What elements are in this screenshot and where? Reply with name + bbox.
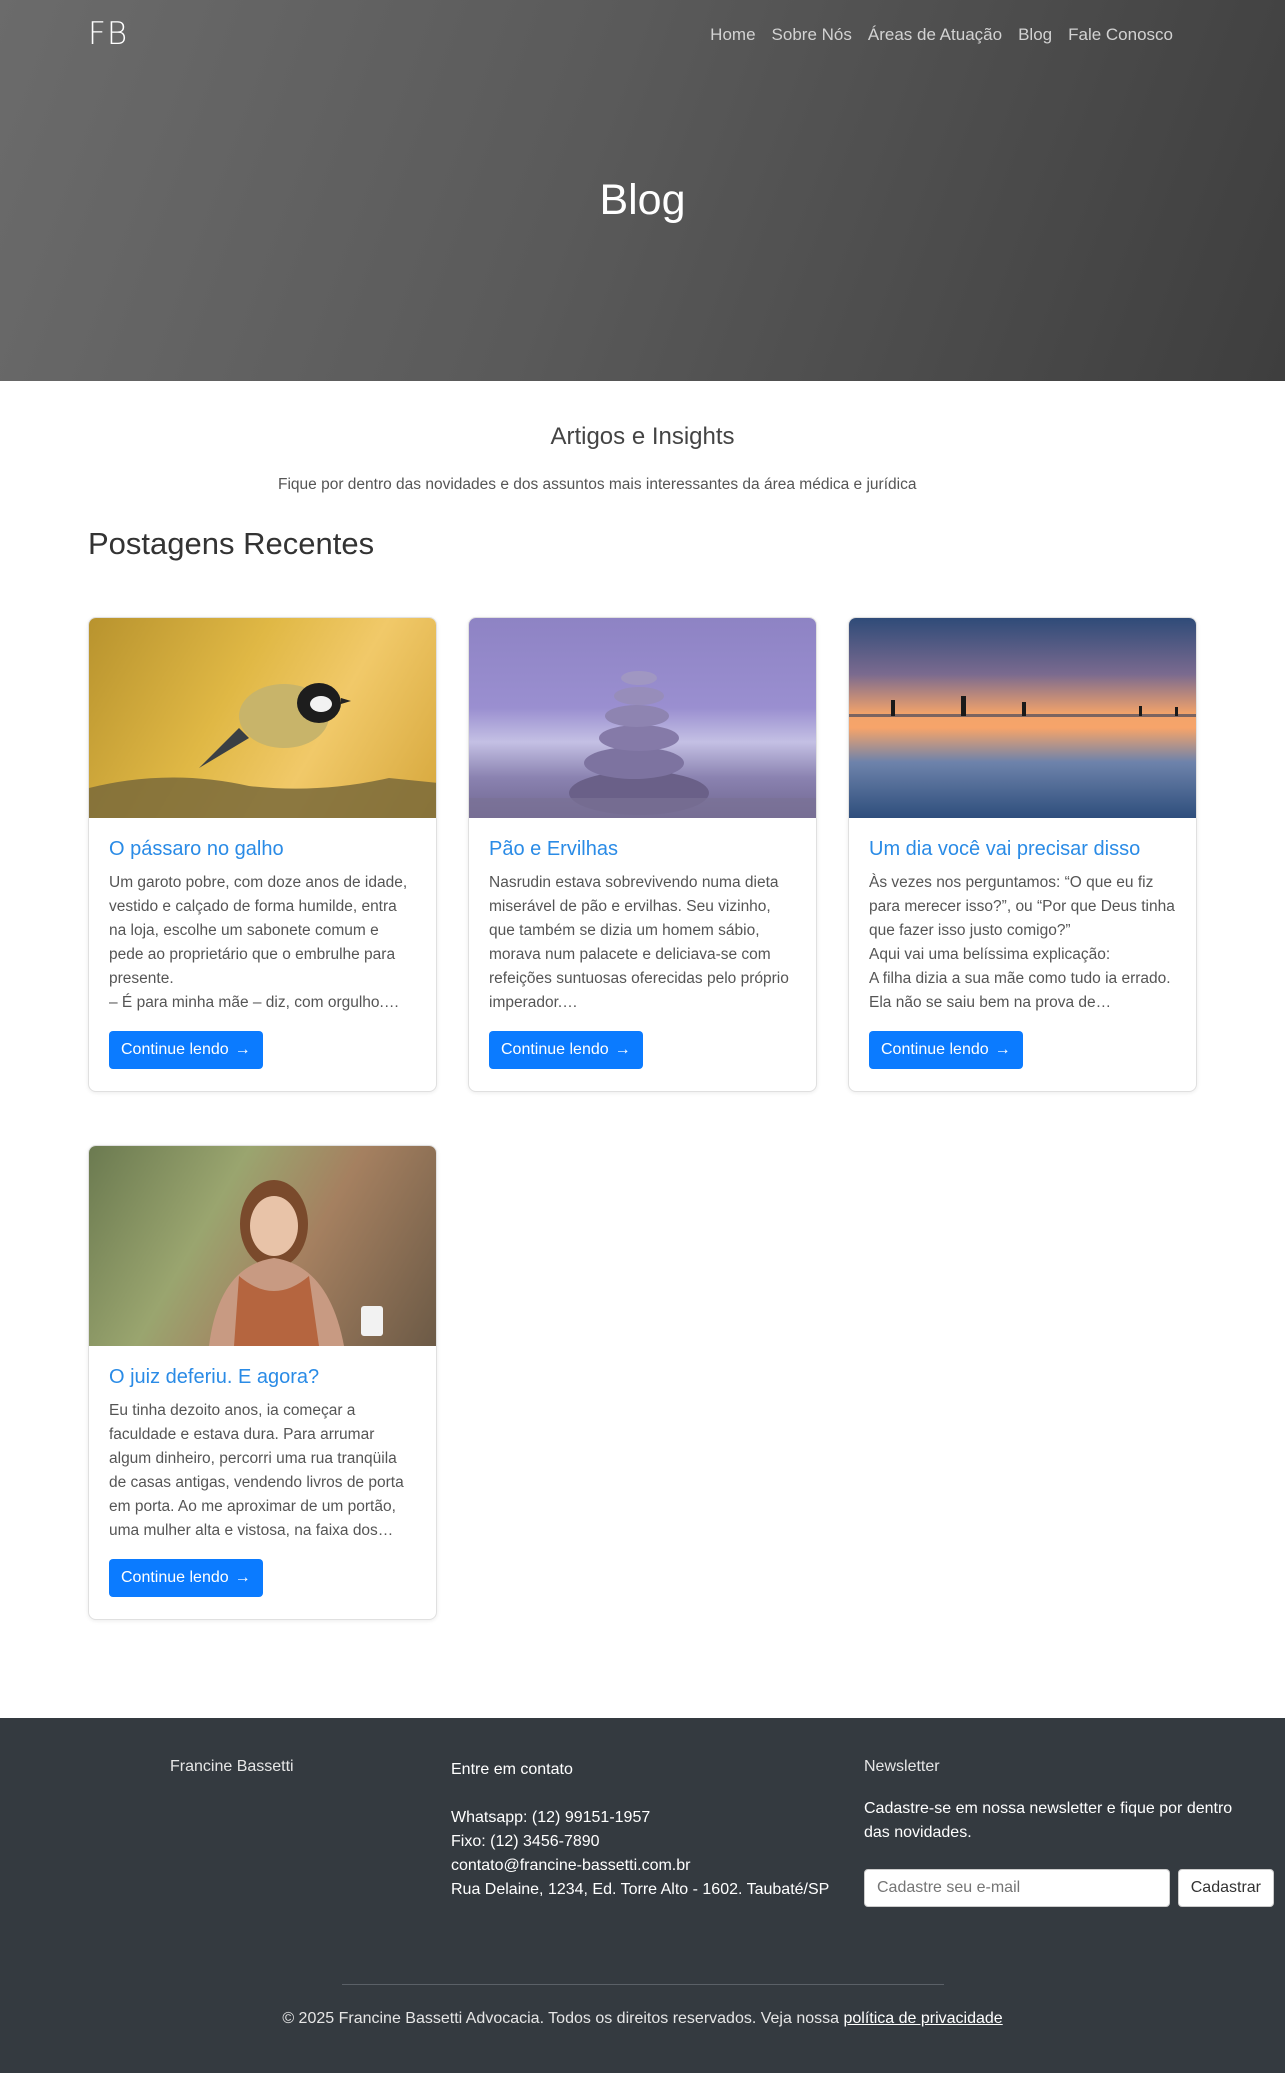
footer-contact: Entre em contato Whatsapp: (12) 99151-19… <box>451 1758 829 1902</box>
newsletter-email-input[interactable] <box>864 1869 1170 1907</box>
brand-logo[interactable]: FB <box>88 16 128 52</box>
site-footer: Francine Bassetti Entre em contato Whats… <box>0 1718 1285 2073</box>
footer-divider <box>342 1984 944 1985</box>
contact-phone: Fixo: (12) 3456-7890 <box>451 1833 600 1850</box>
section-subtitle: Fique por dentro das novidades e dos ass… <box>278 476 917 493</box>
main-nav: Home Sobre Nós Áreas de Atuação Blog Fal… <box>710 25 1173 45</box>
nav-sobre-nos[interactable]: Sobre Nós <box>772 25 852 45</box>
contact-email: contato@francine-bassetti.com.br <box>451 1857 691 1874</box>
smiling-woman-image[interactable] <box>89 1146 436 1346</box>
continue-reading-button[interactable]: Continue lendo → <box>869 1031 1023 1069</box>
post-excerpt: Eu tinha dezoito anos, ia começar a facu… <box>109 1402 404 1539</box>
nav-fale-conosco[interactable]: Fale Conosco <box>1068 25 1173 45</box>
arrow-right-icon: → <box>234 1569 251 1586</box>
contact-whatsapp: Whatsapp: (12) 99151-1957 <box>451 1809 651 1826</box>
arrow-right-icon: → <box>994 1041 1011 1058</box>
post-excerpt: Às vezes nos perguntamos: “O que eu fiz … <box>869 874 1175 1011</box>
post-excerpt: Um garoto pobre, com doze anos de idade,… <box>109 874 408 1011</box>
stacked-stones-image[interactable] <box>469 618 816 818</box>
newsletter-text: Cadastre-se em nossa newsletter e fique … <box>864 1800 1233 1841</box>
continue-reading-button[interactable]: Continue lendo → <box>489 1031 643 1069</box>
arrow-right-icon: → <box>234 1041 251 1058</box>
recent-posts-title: Postagens Recentes <box>88 526 375 561</box>
newsletter-subscribe-button[interactable]: Cadastrar <box>1177 1869 1274 1907</box>
post-title[interactable]: Um dia você vai precisar disso <box>869 838 1176 861</box>
nav-home[interactable]: Home <box>710 25 755 45</box>
newsletter-title: Newsletter <box>864 1758 940 1775</box>
newsletter-form: Cadastrar <box>864 1869 1274 1907</box>
section-title: Artigos e Insights <box>550 423 735 450</box>
beach-sunset-image[interactable] <box>849 618 1196 818</box>
bird-on-branch-image[interactable] <box>89 618 436 818</box>
stones-illustration <box>469 671 816 818</box>
post-excerpt: Nasrudin estava sobrevivendo numa dieta … <box>489 874 789 1011</box>
continue-reading-button[interactable]: Continue lendo → <box>109 1559 263 1597</box>
footer-brand-name: Francine Bassetti <box>170 1758 294 1775</box>
post-card: Um dia você vai precisar disso Às vezes … <box>848 617 1197 1092</box>
button-label: Continue lendo <box>121 1041 229 1058</box>
arrow-right-icon: → <box>614 1041 631 1058</box>
button-label: Continue lendo <box>121 1569 229 1586</box>
sunset-illustration <box>849 696 1196 717</box>
continue-reading-button[interactable]: Continue lendo → <box>109 1031 263 1069</box>
post-card: O juiz deferiu. E agora? Eu tinha dezoit… <box>88 1145 437 1620</box>
post-title[interactable]: Pão e Ervilhas <box>489 838 796 861</box>
footer-newsletter: Newsletter Cadastre-se em nossa newslett… <box>864 1758 1274 1907</box>
nav-areas-de-atuacao[interactable]: Áreas de Atuação <box>868 25 1002 45</box>
post-title[interactable]: O juiz deferiu. E agora? <box>109 1366 416 1389</box>
woman-illustration <box>209 1180 383 1346</box>
post-card: Pão e Ervilhas Nasrudin estava sobrevive… <box>468 617 817 1092</box>
post-title[interactable]: O pássaro no galho <box>109 838 416 861</box>
privacy-policy-link[interactable]: política de privacidade <box>843 2010 1002 2027</box>
button-label: Continue lendo <box>501 1041 609 1058</box>
page-title: Blog <box>599 176 686 224</box>
contact-address: Rua Delaine, 1234, Ed. Torre Alto - 1602… <box>451 1881 830 1898</box>
copyright-text: © 2025 Francine Bassetti Advocacia. Todo… <box>282 2010 840 2027</box>
nav-blog[interactable]: Blog <box>1018 25 1052 45</box>
copyright: © 2025 Francine Bassetti Advocacia. Todo… <box>0 2010 1285 2028</box>
button-label: Continue lendo <box>881 1041 989 1058</box>
post-card: O pássaro no galho Um garoto pobre, com … <box>88 617 437 1092</box>
contact-title: Entre em contato <box>451 1761 573 1778</box>
bird-illustration <box>89 683 436 818</box>
hero-banner: FB Home Sobre Nós Áreas de Atuação Blog … <box>0 0 1285 381</box>
